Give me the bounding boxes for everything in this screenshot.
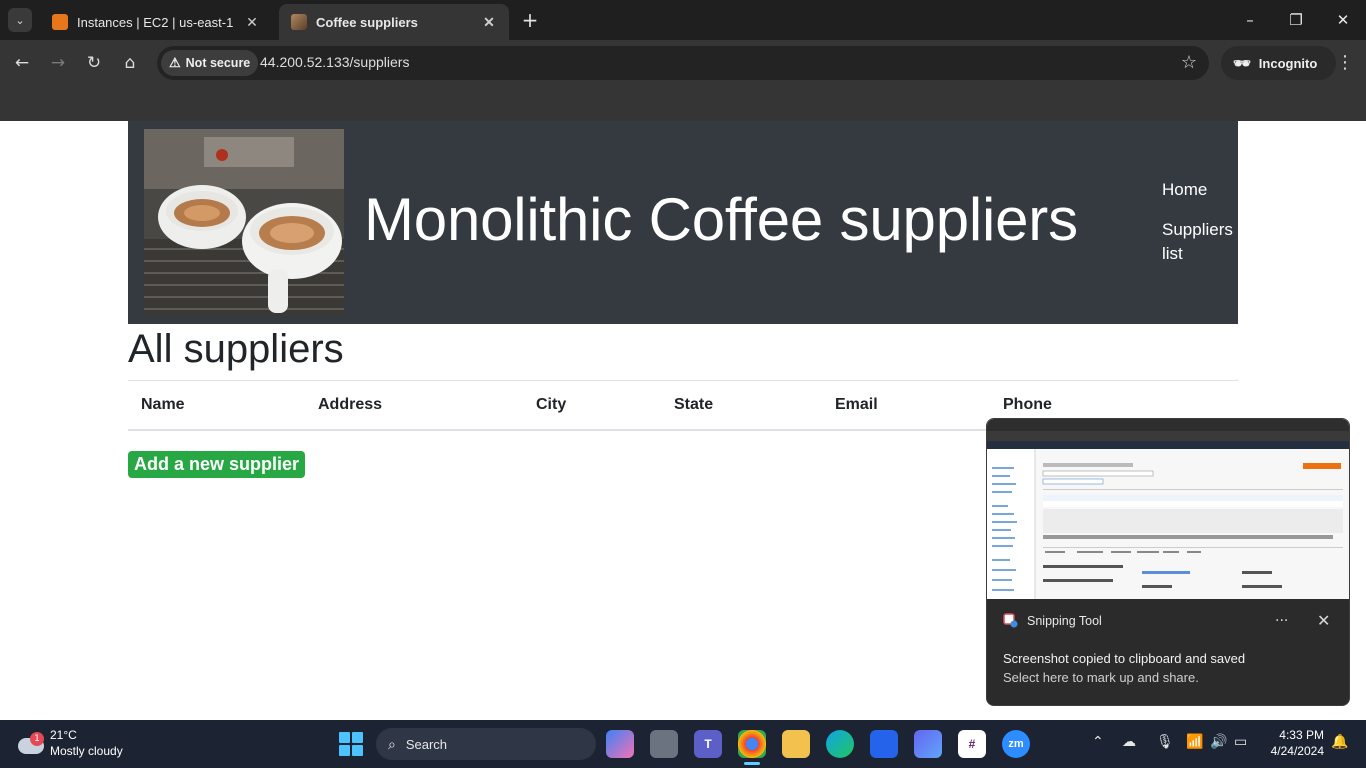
weather-condition: Mostly cloudy <box>50 744 123 758</box>
restore-icon[interactable]: ❐ <box>1286 10 1306 30</box>
notification-body: Select here to mark up and share. <box>1003 670 1199 685</box>
temperature: 21°C <box>50 728 77 742</box>
clock-date[interactable]: 4/24/2024 <box>1262 744 1324 758</box>
chrome-icon[interactable] <box>738 730 766 758</box>
aws-icon <box>52 14 68 30</box>
notification-app-name: Snipping Tool <box>1027 614 1102 628</box>
windows-start-icon[interactable] <box>339 732 363 756</box>
coffee-cups-image <box>144 129 344 316</box>
taskbar: 1 21°C Mostly cloudy ⌕ Search T # zm ⌃ ☁… <box>0 720 1366 768</box>
snipping-tool-icon <box>1003 613 1019 629</box>
column-header-phone[interactable]: Phone <box>1003 396 1052 414</box>
security-chip[interactable]: ⚠ Not secure <box>161 50 259 76</box>
forward-arrow-icon[interactable]: → <box>45 50 71 76</box>
search-placeholder: Search <box>405 736 448 752</box>
notification-title: Screenshot copied to clipboard and saved <box>1003 651 1246 666</box>
window-close-icon[interactable]: ✕ <box>1333 10 1353 30</box>
column-header-address[interactable]: Address <box>318 396 382 414</box>
warning-icon: ⚠ <box>169 55 181 70</box>
new-tab-button[interactable]: + <box>519 10 541 32</box>
tab-title: Coffee suppliers <box>316 14 418 30</box>
nav-link-home[interactable]: Home <box>1162 178 1207 202</box>
tab-title: Instances | EC2 | us-east-1 <box>77 14 234 30</box>
taskbar-search[interactable]: ⌕ Search <box>376 728 596 760</box>
copilot-icon[interactable] <box>606 730 634 758</box>
security-label: Not secure <box>185 56 251 70</box>
add-supplier-button[interactable]: Add a new supplier <box>128 451 305 478</box>
notification-badge: 1 <box>30 732 44 746</box>
coffee-icon <box>291 14 307 30</box>
address-bar[interactable]: ⚠ Not secure 44.200.52.133/suppliers ☆ <box>157 46 1209 80</box>
url-text[interactable]: 44.200.52.133/suppliers <box>260 54 409 70</box>
incognito-indicator[interactable]: 🕶 Incognito <box>1221 46 1336 80</box>
search-icon: ⌕ <box>388 735 396 752</box>
browser-bookmarks-strip <box>0 86 1366 121</box>
tab-coffee-suppliers[interactable]: Coffee suppliers ✕ <box>279 4 509 40</box>
screenshot-preview-image[interactable] <box>987 419 1349 599</box>
incognito-label: Incognito <box>1258 55 1318 71</box>
browser-menu-icon[interactable]: ⋮ <box>1336 50 1354 76</box>
column-header-email[interactable]: Email <box>835 396 878 414</box>
teams-icon[interactable]: T <box>694 730 722 758</box>
back-arrow-icon[interactable]: ← <box>9 50 35 76</box>
file-explorer-icon[interactable] <box>782 730 810 758</box>
active-app-indicator <box>744 762 760 765</box>
page-heading: All suppliers <box>128 327 344 371</box>
chevron-up-icon[interactable]: ⌃ <box>1092 734 1104 750</box>
reload-icon[interactable]: ↻ <box>81 50 107 76</box>
microphone-icon[interactable]: 🎙 <box>1156 734 1174 750</box>
snipping-tool-notification[interactable]: Snipping Tool ··· ✕ Screenshot copied to… <box>986 418 1350 706</box>
site-header: Monolithic Coffee suppliers Home Supplie… <box>128 121 1238 324</box>
notification-app: Snipping Tool <box>1003 613 1102 629</box>
app-icon[interactable] <box>914 730 942 758</box>
tab-ec2-instances[interactable]: Instances | EC2 | us-east-1 ✕ <box>40 4 272 40</box>
close-icon[interactable]: ✕ <box>1317 611 1330 630</box>
minimize-icon[interactable]: – <box>1240 10 1260 30</box>
column-header-name[interactable]: Name <box>141 396 185 414</box>
browser-tab-strip: ⌄ Instances | EC2 | us-east-1 ✕ Coffee s… <box>0 0 1366 40</box>
incognito-icon: 🕶 <box>1233 54 1251 71</box>
task-view-icon[interactable] <box>650 730 678 758</box>
home-icon[interactable]: ⌂ <box>117 50 143 76</box>
edge-icon[interactable] <box>826 730 854 758</box>
store-icon[interactable] <box>870 730 898 758</box>
tab-search-button[interactable]: ⌄ <box>8 8 32 32</box>
battery-icon[interactable]: ▭ <box>1234 734 1247 750</box>
notification-bell-icon[interactable]: 🔔 <box>1331 734 1348 750</box>
divider <box>128 380 1238 381</box>
chevron-down-icon: ⌄ <box>15 13 25 27</box>
more-options-icon[interactable]: ··· <box>1275 613 1288 629</box>
close-icon[interactable]: ✕ <box>244 14 260 31</box>
close-icon[interactable]: ✕ <box>481 14 497 31</box>
weather-widget[interactable]: 1 21°C Mostly cloudy <box>16 726 166 762</box>
volume-icon[interactable]: 🔊 <box>1210 734 1227 750</box>
slack-icon[interactable]: # <box>958 730 986 758</box>
wifi-icon[interactable]: 📶 <box>1186 734 1203 750</box>
onedrive-icon[interactable]: ☁ <box>1122 734 1136 750</box>
column-header-state[interactable]: State <box>674 396 713 414</box>
clock-time[interactable]: 4:33 PM <box>1272 728 1324 742</box>
bookmark-star-icon[interactable]: ☆ <box>1181 52 1197 73</box>
site-title: Monolithic Coffee suppliers <box>364 186 1078 253</box>
column-header-city[interactable]: City <box>536 396 566 414</box>
nav-link-suppliers-list[interactable]: Suppliers list <box>1162 218 1242 266</box>
zoom-icon[interactable]: zm <box>1002 730 1030 758</box>
